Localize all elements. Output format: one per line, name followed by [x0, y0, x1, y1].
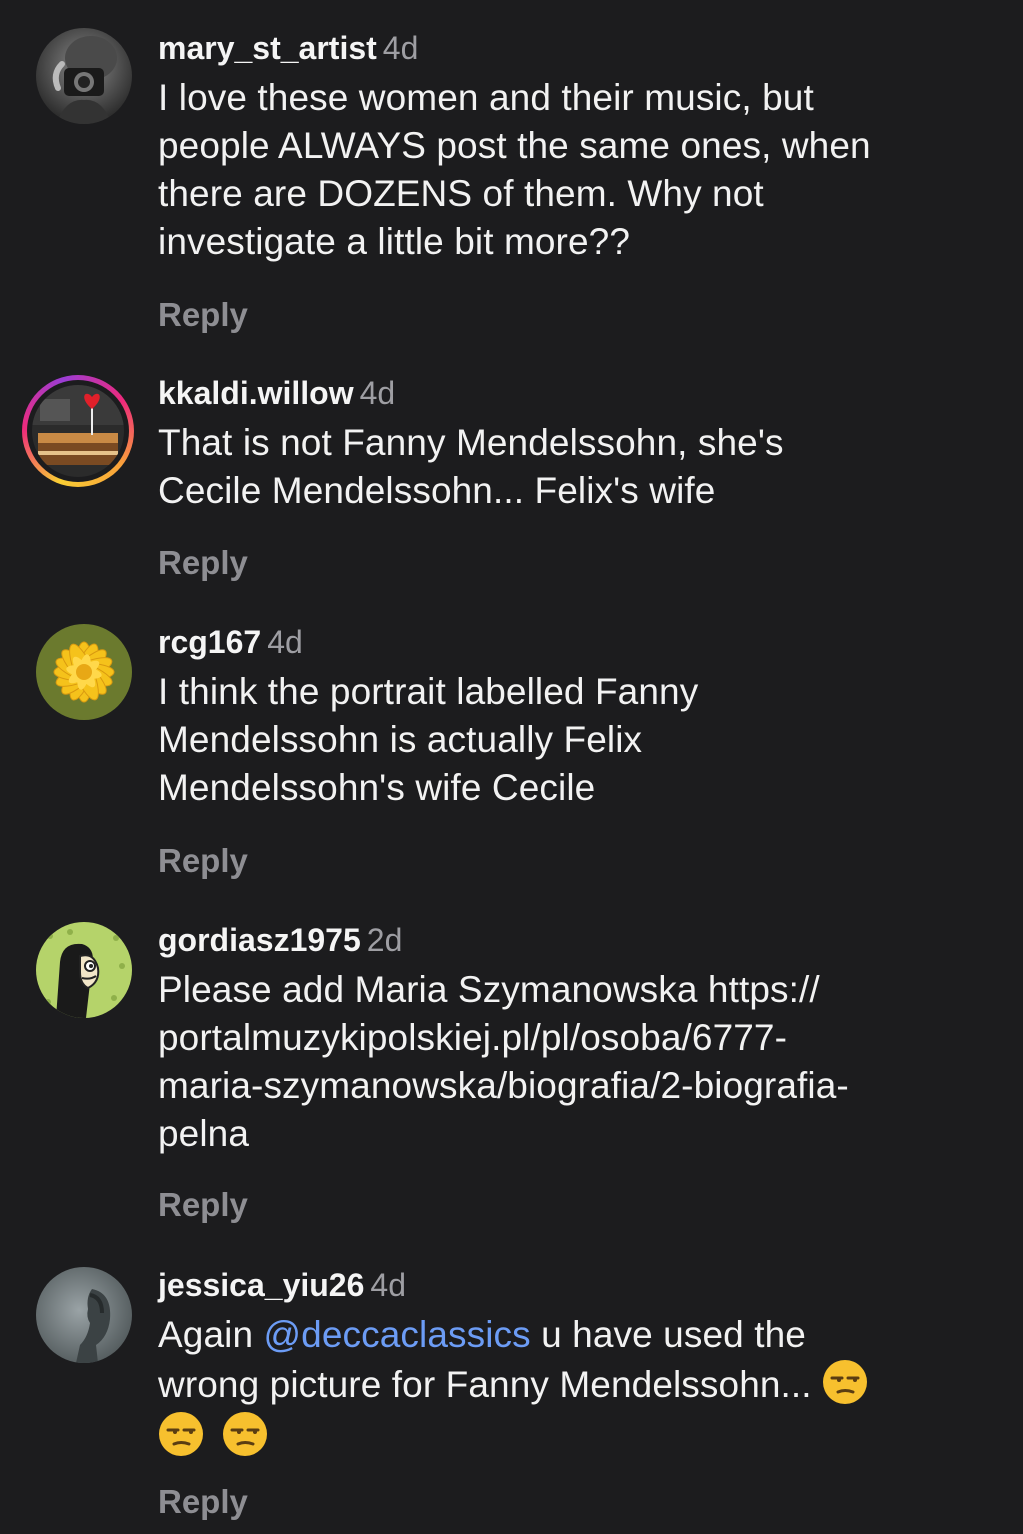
comment-text: Again @deccaclassics u have used the wro…: [158, 1311, 998, 1461]
avatar[interactable]: [36, 922, 132, 1018]
reply-button[interactable]: Reply: [158, 296, 248, 334]
username[interactable]: rcg167: [158, 624, 261, 660]
comment-text: I think the portrait labelled Fanny Mend…: [158, 668, 998, 812]
comment-line: I think the portrait labelled Fanny: [158, 671, 699, 712]
reply-button[interactable]: Reply: [158, 1483, 248, 1521]
cake-icon: [32, 385, 124, 477]
comment-line: Mendelssohn is actually Felix: [158, 719, 643, 760]
comment-header: mary_st_artist 4d: [158, 28, 998, 68]
timestamp: 4d: [382, 30, 419, 66]
portrait-profile-icon: [36, 1267, 132, 1363]
comment-header: kkaldi.willow 4d: [158, 373, 998, 413]
mention-link[interactable]: @deccaclassics: [264, 1314, 531, 1355]
comment-line: Mendelssohn's wife Cecile: [158, 767, 596, 808]
comment-text: Please add Maria Szymanowska https:// po…: [158, 966, 998, 1158]
comment-line: Again @deccaclassics u have used the: [158, 1311, 998, 1359]
comment-line: Please add Maria Szymanowska https://: [158, 969, 820, 1010]
unamused-face-icon: [223, 1412, 268, 1456]
reply-button[interactable]: Reply: [158, 544, 248, 582]
timestamp: 4d: [359, 375, 396, 411]
camera-portrait-icon: [36, 28, 132, 124]
comment-header: rcg167 4d: [158, 622, 998, 662]
comment-text: That is not Fanny Mendelssohn, she's Cec…: [158, 419, 998, 515]
comment-text: I love these women and their music, but …: [158, 74, 998, 266]
comment-header: jessica_yiu26 4d: [158, 1265, 998, 1305]
timestamp: 4d: [370, 1267, 406, 1303]
comment-line: That is not Fanny Mendelssohn, she's: [158, 422, 784, 463]
comment-line: wrong picture for Fanny Mendelssohn...: [158, 1359, 998, 1409]
comment-text-segment: wrong picture for Fanny Mendelssohn...: [158, 1364, 823, 1405]
avatar[interactable]: [36, 624, 132, 720]
username[interactable]: jessica_yiu26: [158, 1267, 364, 1303]
timestamp: 4d: [267, 624, 303, 660]
comment-line: [158, 1411, 998, 1461]
comment-line: maria-szymanowska/biografia/2-biografia-: [158, 1065, 849, 1106]
cartoon-figure-icon: [36, 922, 132, 1018]
comment-line: pelna: [158, 1113, 250, 1154]
comment-line: Cecile Mendelssohn... Felix's wife: [158, 470, 716, 511]
username[interactable]: gordiasz1975: [158, 922, 361, 958]
avatar[interactable]: [36, 28, 132, 124]
avatar-image: [32, 385, 124, 477]
comment-text-segment: u have used the: [530, 1314, 806, 1355]
comment-line: investigate a little bit more??: [158, 221, 631, 262]
comment-line: portalmuzykipolskiej.pl/pl/osoba/6777-: [158, 1017, 788, 1058]
avatar[interactable]: [36, 1267, 132, 1363]
reply-button[interactable]: Reply: [158, 842, 248, 880]
comment-line: there are DOZENS of them. Why not: [158, 173, 764, 214]
avatar[interactable]: [22, 375, 134, 487]
unamused-face-icon: [159, 1412, 203, 1456]
yellow-flower-icon: [36, 624, 132, 720]
comment-line: people ALWAYS post the same ones, when: [158, 125, 871, 166]
comment-text-segment: Again: [158, 1314, 264, 1355]
comment-line: I love these women and their music, but: [158, 77, 814, 118]
unamused-face-icon: [823, 1360, 868, 1404]
reply-button[interactable]: Reply: [158, 1186, 248, 1224]
comment-header: gordiasz1975 2d: [158, 920, 998, 960]
timestamp: 2d: [366, 922, 403, 958]
username[interactable]: kkaldi.willow: [158, 375, 354, 411]
username[interactable]: mary_st_artist: [158, 30, 377, 66]
